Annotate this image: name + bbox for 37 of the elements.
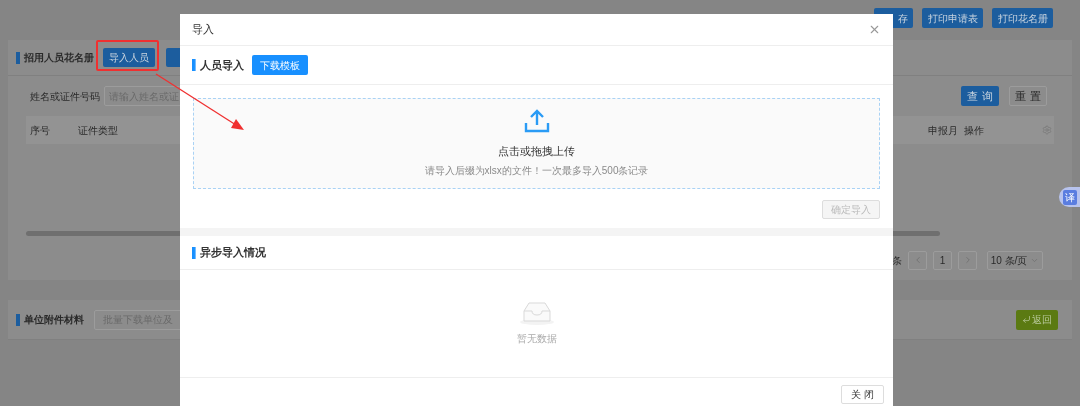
highlight-frame: [96, 40, 159, 71]
close-icon[interactable]: [868, 23, 881, 36]
column-header: 申报月: [928, 123, 958, 138]
query-button[interactable]: 查 询: [961, 86, 999, 106]
next-page-button[interactable]: [958, 250, 977, 270]
back-button[interactable]: 返回: [1016, 309, 1058, 330]
download-template-button[interactable]: 下载模板: [252, 55, 308, 75]
upload-hint: 请导入后缀为xlsx的文件！一次最多导入500条记录: [424, 164, 649, 179]
section-title: 单位附件材料: [24, 313, 84, 327]
upload-title: 点击或拖拽上传: [498, 143, 575, 159]
translate-badge[interactable]: 译: [1059, 187, 1080, 207]
section-title: 人员导入: [200, 57, 244, 73]
previous-page-button[interactable]: [908, 250, 927, 270]
reset-button[interactable]: 重 置: [1009, 86, 1047, 106]
column-header: 证件类型: [78, 123, 118, 138]
empty-text: 暂无数据: [516, 332, 557, 346]
toolbar-button[interactable]: 打印申请表: [922, 8, 983, 28]
section-marker: [16, 51, 20, 64]
import-button[interactable]: 导入人员: [103, 48, 155, 67]
section-title: 异步导入情况: [200, 245, 266, 261]
column-header: 操作: [964, 123, 984, 138]
search-label: 姓名或证件号码: [30, 89, 100, 104]
section-marker: [192, 59, 196, 71]
dialog-title: 导入: [192, 22, 214, 38]
section-title: 招用人员花名册: [24, 51, 94, 65]
column-header: 序号: [30, 123, 51, 138]
upload-area[interactable]: 点击或拖拽上传 请导入后缀为xlsx的文件！一次最多导入500条记录: [193, 98, 880, 189]
page-size-select[interactable]: 10 条/页: [987, 250, 1043, 270]
return-icon: [1022, 315, 1031, 324]
section-marker: [192, 246, 196, 259]
section-marker: [16, 313, 20, 326]
empty-inbox-icon: [518, 301, 555, 325]
close-button[interactable]: 关 闭: [841, 385, 884, 404]
toolbar-button[interactable]: 打印花名册: [992, 8, 1053, 28]
upload-icon: [523, 108, 550, 133]
total-count-text: 条: [892, 253, 902, 268]
page-number-button[interactable]: 1: [933, 250, 952, 270]
